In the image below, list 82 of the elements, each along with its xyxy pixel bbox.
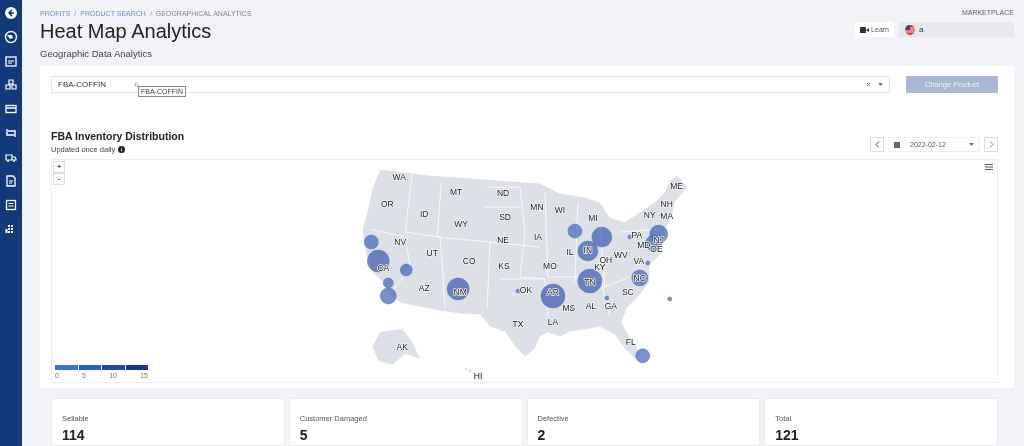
menu-icon[interactable] — [985, 164, 993, 170]
chevron-right-icon — [988, 141, 994, 148]
state-label: MO — [543, 261, 557, 272]
hawaii-drawing — [464, 367, 472, 373]
state-label: OK — [519, 285, 533, 296]
state-label: SD — [499, 212, 511, 223]
data-bubble[interactable] — [631, 269, 648, 287]
flag-icon — [905, 24, 915, 35]
stat-value: 5 — [299, 427, 308, 443]
product-value: FBA-COFFIN — [58, 80, 107, 89]
state-label: AR — [547, 287, 559, 298]
alaska-drawing — [372, 328, 421, 365]
state-label: NV — [394, 237, 407, 248]
data-bubble[interactable] — [446, 277, 470, 301]
data-bubble[interactable] — [577, 268, 603, 294]
page-subtitle: Geographic Data Analytics — [40, 48, 152, 59]
state-label: ID — [420, 209, 429, 220]
globe-icon[interactable] — [4, 30, 18, 44]
state-label: SC — [621, 287, 634, 298]
page-title: Heat Map Analytics — [40, 20, 213, 43]
stat-value: 2 — [537, 427, 546, 443]
data-bubble[interactable] — [380, 287, 397, 305]
loading-icon — [134, 82, 139, 87]
state-label: NM — [453, 287, 467, 298]
zoom-in-button[interactable]: + — [53, 161, 65, 173]
back-icon[interactable] — [4, 6, 18, 20]
calendar-icon — [894, 141, 900, 148]
state-label: ND — [496, 188, 510, 199]
stat-value: 121 — [775, 427, 799, 443]
state-label: NJ — [653, 235, 664, 246]
state-label: IL — [566, 247, 574, 258]
state-label: MI — [588, 213, 598, 224]
card-icon[interactable] — [4, 102, 18, 116]
state-label: KS — [498, 261, 510, 272]
state-label: NH — [660, 199, 673, 210]
state-label: WA — [392, 172, 406, 183]
state-label: WY — [454, 219, 468, 230]
marketplace-value: a — [919, 25, 924, 34]
document-icon[interactable] — [4, 174, 18, 188]
state-label: UT — [426, 248, 438, 259]
boxes-icon[interactable] — [4, 78, 18, 92]
state-label: AK — [396, 342, 408, 353]
state-label: MA — [660, 211, 674, 222]
state-label: NE — [497, 235, 509, 246]
caret-icon[interactable] — [878, 83, 883, 86]
state-label: IA — [533, 232, 542, 243]
state-label: MS — [562, 303, 576, 314]
state-label: NY — [643, 210, 656, 221]
state-label: AZ — [418, 283, 430, 294]
calendar-icon[interactable] — [4, 54, 18, 68]
info-icon[interactable] — [118, 146, 126, 153]
caret-icon — [969, 143, 974, 146]
state-label: ME — [670, 181, 684, 192]
stat-value: 114 — [62, 427, 85, 443]
state-label: HI — [473, 371, 483, 381]
state-label: MN — [530, 202, 544, 213]
state-label: PA — [631, 230, 643, 241]
state-label: MT — [450, 187, 463, 198]
state-label: TX — [512, 319, 524, 330]
data-bubble[interactable] — [515, 288, 521, 294]
data-bubble[interactable] — [635, 348, 650, 364]
state-label: CO — [462, 256, 476, 267]
data-bubble[interactable] — [577, 240, 599, 262]
video-icon — [860, 26, 870, 33]
state-label: OR — [380, 199, 394, 210]
state-label: VA — [633, 256, 645, 267]
data-bubble[interactable] — [383, 277, 394, 289]
chevron-left-icon — [874, 141, 880, 148]
state-label: TN — [584, 277, 596, 288]
state-label: WI — [554, 205, 566, 216]
clear-icon[interactable] — [866, 82, 871, 87]
state-label: FL — [625, 337, 636, 348]
state-label: NC — [633, 273, 646, 284]
state-label: WV — [613, 250, 628, 261]
state-label: GA — [604, 301, 617, 312]
chart-title: FBA Inventory Distribution — [51, 130, 185, 142]
list-icon[interactable] — [4, 198, 18, 212]
marketplace-select[interactable]: a — [899, 22, 1014, 37]
zoom-out-button[interactable]: - — [53, 173, 65, 185]
state-label: LA — [547, 317, 559, 328]
state-label: IN — [583, 245, 593, 256]
state-label: AL — [585, 301, 597, 312]
